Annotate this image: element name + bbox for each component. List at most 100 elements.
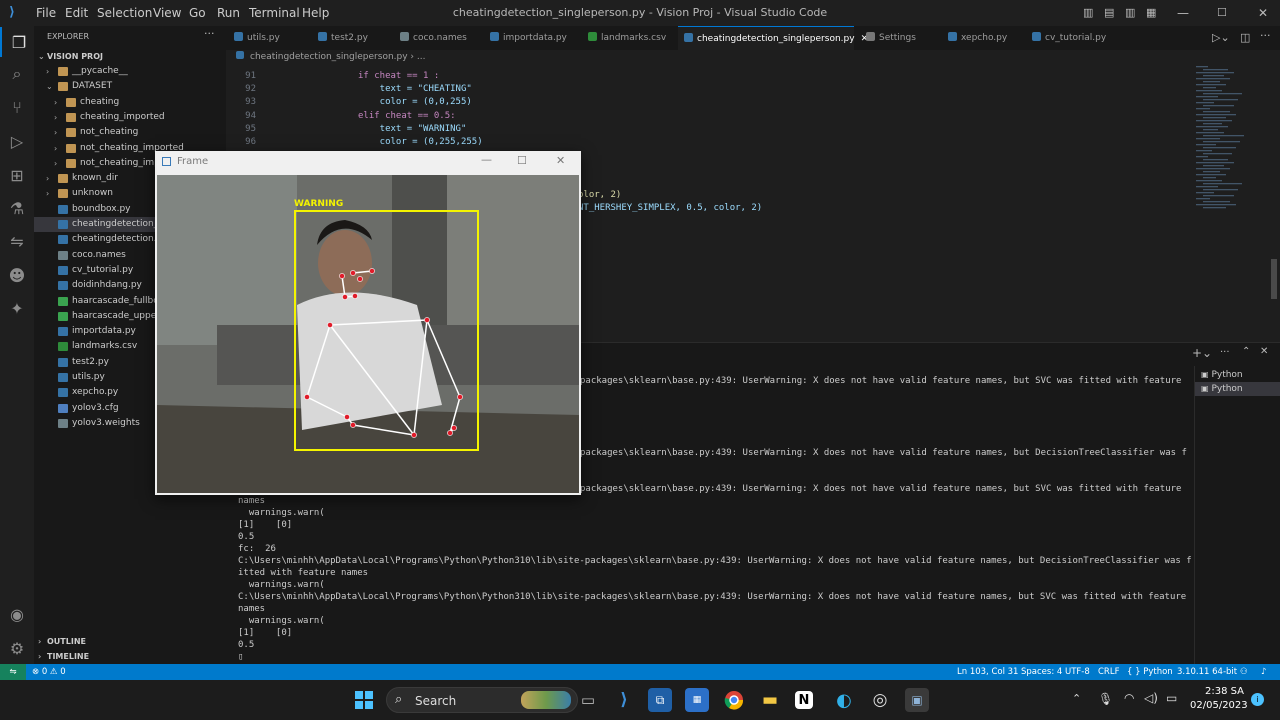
tab-cheatingdetection-singleperson[interactable]: cheatingdetection_singleperson.py ✕ [678,26,868,50]
frame-maximize-icon[interactable]: ☐ [517,154,527,167]
encoding[interactable]: UTF-8 [1065,664,1090,680]
source-control-icon[interactable]: ⑂ [0,92,34,122]
tab-cv-tutorial[interactable]: cv_tutorial.py [1032,26,1106,50]
toggle-secondary-sidebar-icon[interactable]: ▥ [1125,6,1135,19]
tab-test2[interactable]: test2.py [318,26,368,50]
volume-icon[interactable]: ◁) [1144,691,1158,705]
extension-star-icon[interactable]: ✦ [0,293,34,323]
toggle-panel-icon[interactable]: ▤ [1104,6,1114,19]
toggle-sidebar-icon[interactable]: ▥ [1083,6,1093,19]
python-interpreter[interactable]: 3.10.11 64-bit [1177,664,1237,680]
tab-landmarks[interactable]: landmarks.csv [588,26,666,50]
scrollbar-thumb[interactable] [1271,259,1277,299]
customize-layout-icon[interactable]: ▦ [1146,6,1156,19]
timeline-section[interactable]: › TIMELINE [34,649,226,664]
start-menu-icon[interactable] [352,688,376,712]
file-tree-item[interactable]: › cheating [34,95,226,110]
clock-date[interactable]: 02/05/2023 [1190,700,1248,711]
testing-icon[interactable]: ⚗ [0,193,34,223]
tab-coco-names[interactable]: coco.names [400,26,467,50]
show-hidden-icons-icon[interactable]: ⌃ [1072,692,1081,705]
wifi-icon[interactable]: ◠ [1124,691,1134,705]
menu-file[interactable]: File [36,6,56,20]
minimap-line [1196,192,1214,194]
frame-window[interactable]: Frame — ☐ ✕ WARNING [155,151,581,495]
minimap[interactable] [1192,64,1280,342]
language-mode[interactable]: { } Python [1127,664,1173,680]
file-explorer-icon[interactable]: ▬ [758,688,782,712]
minimap-line [1196,108,1210,110]
breadcrumb-path[interactable]: cheatingdetection_singleperson.py › ... [250,50,425,64]
tab-utils[interactable]: utils.py [234,26,280,50]
terminal-instances: ▣ Python ▣ Python [1194,366,1280,664]
tab-importdata[interactable]: importdata.py [490,26,567,50]
settings-gear-icon[interactable]: ⚙ [0,633,34,663]
notification-info-icon[interactable]: i [1251,693,1264,706]
close-window-icon[interactable]: ✕ [1258,6,1268,20]
search-icon[interactable]: ⌕ [0,59,34,89]
python-window-icon[interactable]: ▣ [905,688,929,712]
taskbar-search-box[interactable]: ⌕ Search [386,687,578,713]
split-editor-icon[interactable]: ◫ [1240,31,1250,44]
remote-indicator-icon[interactable]: ⇋ [0,664,26,680]
edge-browser-icon[interactable]: ◐ [832,688,856,712]
chevron-right-icon: › [54,158,58,168]
frame-minimize-icon[interactable]: — [481,153,492,166]
file-tree-item[interactable]: › cheating_imported [34,110,226,125]
folder-icon [66,143,76,153]
run-file-icon[interactable]: ▷⌄ [1212,31,1230,44]
minimize-icon[interactable]: — [1177,6,1189,20]
line-number: 93 [245,97,256,108]
minimap-line [1196,168,1230,170]
file-tree-item[interactable]: ⌄ DATASET [34,79,226,94]
maximize-icon[interactable]: ☐ [1217,6,1227,19]
clock-time[interactable]: 2:38 SA [1196,686,1244,697]
file-tree-item[interactable]: › __pycache__ [34,64,226,79]
tab-xepcho[interactable]: xepcho.py [948,26,1007,50]
cursor-position[interactable]: Ln 103, Col 31 [957,664,1018,680]
menu-edit[interactable]: Edit [65,6,88,20]
task-view-icon[interactable]: ▭ [576,688,600,712]
menu-view[interactable]: View [153,6,181,20]
vscode-taskbar-icon[interactable]: ⟩ [612,688,636,712]
feedback-icon[interactable]: ⚇ [1240,664,1248,680]
chrome-icon[interactable] [722,688,746,712]
frame-close-icon[interactable]: ✕ [556,154,565,167]
maximize-panel-icon[interactable]: ⌃ [1242,346,1250,357]
notion-icon[interactable]: N [795,691,813,709]
close-panel-icon[interactable]: ✕ [1260,346,1268,357]
new-terminal-icon[interactable]: +⌄ [1192,346,1212,360]
extensions-icon[interactable]: ⊞ [0,160,34,190]
menu-run[interactable]: Run [217,6,240,20]
terminal-instance-active[interactable]: ▣ Python [1195,382,1280,396]
microphone-icon[interactable]: 🎙 [1098,692,1113,706]
more-actions-icon[interactable]: ··· [1260,29,1271,42]
github-icon[interactable]: ☻ [0,260,34,290]
more-actions-icon[interactable]: ··· [204,27,215,40]
frame-app-icon [162,157,171,166]
outline-section[interactable]: › OUTLINE [34,634,226,649]
menu-selection[interactable]: Selection [97,6,152,20]
problems-indicator[interactable]: ⊗ 0 ⚠ 0 [32,664,66,680]
code-fragment: olor, 2) [578,190,622,200]
notifications-bell-icon[interactable]: ♪ [1261,664,1266,680]
menu-terminal[interactable]: Terminal [249,6,300,20]
menu-go[interactable]: Go [189,6,206,20]
indentation[interactable]: Spaces: 4 [1021,664,1062,680]
minimap-line [1196,162,1234,164]
account-icon[interactable]: ◉ [0,599,34,629]
battery-icon[interactable]: ▭ [1166,691,1177,705]
run-debug-icon[interactable]: ▷ [0,126,34,156]
project-root[interactable]: ⌄ VISION PROJ [34,49,226,64]
terminal-instance[interactable]: ▣ Python [1201,368,1243,382]
obs-icon[interactable]: ◎ [868,688,892,712]
app-taskbar-icon[interactable]: ⧉ [648,688,672,712]
more-actions-icon[interactable]: ··· [1220,347,1230,358]
remote-icon[interactable]: ⇋ [0,226,34,256]
file-tree-item[interactable]: › not_cheating [34,125,226,140]
line-ending[interactable]: CRLF [1098,664,1119,680]
menu-help[interactable]: Help [302,6,329,20]
explorer-icon[interactable]: ❐ [0,27,36,57]
calendar-app-icon[interactable]: ▦ [685,688,709,712]
tab-settings[interactable]: Settings [866,26,916,50]
